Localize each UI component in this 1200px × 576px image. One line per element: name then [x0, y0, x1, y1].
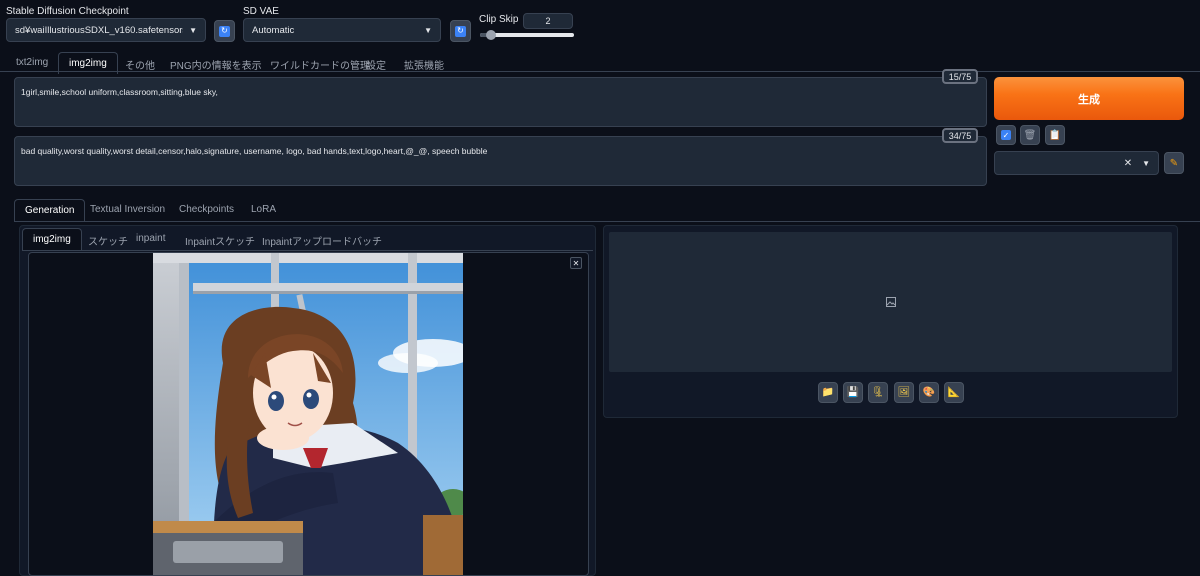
send-to-inpaint-icon: 🎨 — [922, 387, 936, 398]
send-to-extras-button[interactable]: 📐 — [944, 382, 964, 403]
pencil-icon: ✎ — [1169, 157, 1179, 169]
zip-icon: 🗜 — [871, 387, 885, 398]
send-to-img2img-button[interactable]: 🖼 — [894, 382, 914, 403]
folder-icon: 📁 — [821, 387, 835, 398]
checkpoint-refresh-button[interactable]: ↻ — [214, 20, 235, 42]
send-to-inpaint-button[interactable]: 🎨 — [919, 382, 939, 403]
vae-label: SD VAE — [243, 6, 279, 17]
send-to-img2img-icon: 🖼 — [897, 387, 911, 398]
img-tab-4[interactable]: Inpaintアップロード — [262, 233, 352, 248]
img-tab-3[interactable]: Inpaintスケッチ — [185, 233, 255, 248]
checkpoint-label: Stable Diffusion Checkpoint — [6, 6, 129, 17]
save-button[interactable]: 💾 — [843, 382, 863, 403]
folder-button[interactable]: 📁 — [818, 382, 838, 403]
sub-tabs-divider — [14, 221, 1200, 222]
img-tab-1[interactable]: スケッチ — [88, 233, 128, 248]
uploaded-image — [153, 253, 463, 575]
close-icon[interactable]: ✕ — [1124, 158, 1132, 169]
main-tab-2[interactable]: その他 — [125, 57, 155, 72]
refresh-icon: ↻ — [219, 25, 230, 37]
main-tabs-divider — [0, 71, 1200, 72]
checkpoint-value: sd¥waiIllustriousSDXL_v160.safetensors [… — [15, 24, 184, 36]
zip-button[interactable]: 🗜 — [868, 382, 888, 403]
trash-icon: 🗑 — [1023, 129, 1037, 141]
clip-skip-input[interactable]: 2 — [523, 13, 573, 29]
sub-tab-2[interactable]: Checkpoints — [179, 204, 234, 215]
sub-tab-0[interactable]: Generation — [14, 199, 86, 221]
edit-styles-button[interactable]: ✎ — [1164, 152, 1184, 174]
refresh-icon: ↻ — [455, 25, 466, 37]
checkpoint-dropdown[interactable]: sd¥waiIllustriousSDXL_v160.safetensors [… — [6, 18, 206, 42]
chevron-down-icon: ▼ — [424, 25, 432, 35]
checkbox-icon: ✓ — [1001, 130, 1011, 140]
negative-prompt-textarea[interactable]: bad quality,worst quality,worst detail,c… — [14, 136, 987, 186]
generate-button[interactable]: 生成 — [994, 77, 1184, 120]
close-icon[interactable]: ✕ — [570, 257, 582, 269]
main-tab-0[interactable]: txt2img — [16, 57, 48, 68]
img-tab-2[interactable]: inpaint — [136, 233, 165, 244]
prompt-textarea[interactable]: 1girl,smile,school uniform,classroom,sit… — [14, 77, 987, 127]
chevron-down-icon: ▼ — [1142, 158, 1150, 168]
save-icon: 💾 — [846, 387, 860, 398]
image-icon — [885, 297, 896, 307]
clear-prompt-button[interactable]: 🗑 — [1020, 125, 1040, 145]
main-tab-4[interactable]: ワイルドカードの管理 — [270, 57, 370, 72]
style-apply-button[interactable]: ✓ — [996, 125, 1016, 145]
sub-tab-1[interactable]: Textual Inversion — [90, 204, 165, 215]
vae-value: Automatic — [252, 24, 295, 36]
img-tab-0[interactable]: img2img — [22, 228, 82, 250]
clip-skip-label: Clip Skip — [479, 14, 519, 25]
img-tab-5[interactable]: バッチ — [352, 233, 382, 248]
prompt-token-counter: 15/75 — [942, 69, 978, 84]
styles-dropdown[interactable]: ✕ ▼ — [994, 151, 1159, 175]
negative-prompt-token-counter: 34/75 — [942, 128, 978, 143]
main-tab-6[interactable]: 拡張機能 — [404, 57, 444, 72]
output-gallery[interactable] — [609, 232, 1172, 372]
main-tab-3[interactable]: PNG内の情報を表示 — [170, 57, 262, 72]
clipboard-icon: 📋 — [1048, 129, 1062, 141]
clip-skip-slider-thumb[interactable] — [486, 30, 497, 40]
sub-tab-3[interactable]: LoRA — [251, 204, 276, 215]
send-to-extras-icon: 📐 — [947, 387, 961, 398]
img-tabs-divider — [22, 250, 593, 251]
vae-refresh-button[interactable]: ↻ — [450, 20, 471, 42]
paste-button[interactable]: 📋 — [1045, 125, 1065, 145]
image-canvas[interactable]: ✕ — [28, 252, 589, 576]
vae-dropdown[interactable]: Automatic ▼ — [243, 18, 441, 42]
clip-skip-slider[interactable] — [480, 30, 574, 40]
chevron-down-icon: ▼ — [189, 25, 197, 35]
main-tab-5[interactable]: 設定 — [366, 57, 386, 72]
